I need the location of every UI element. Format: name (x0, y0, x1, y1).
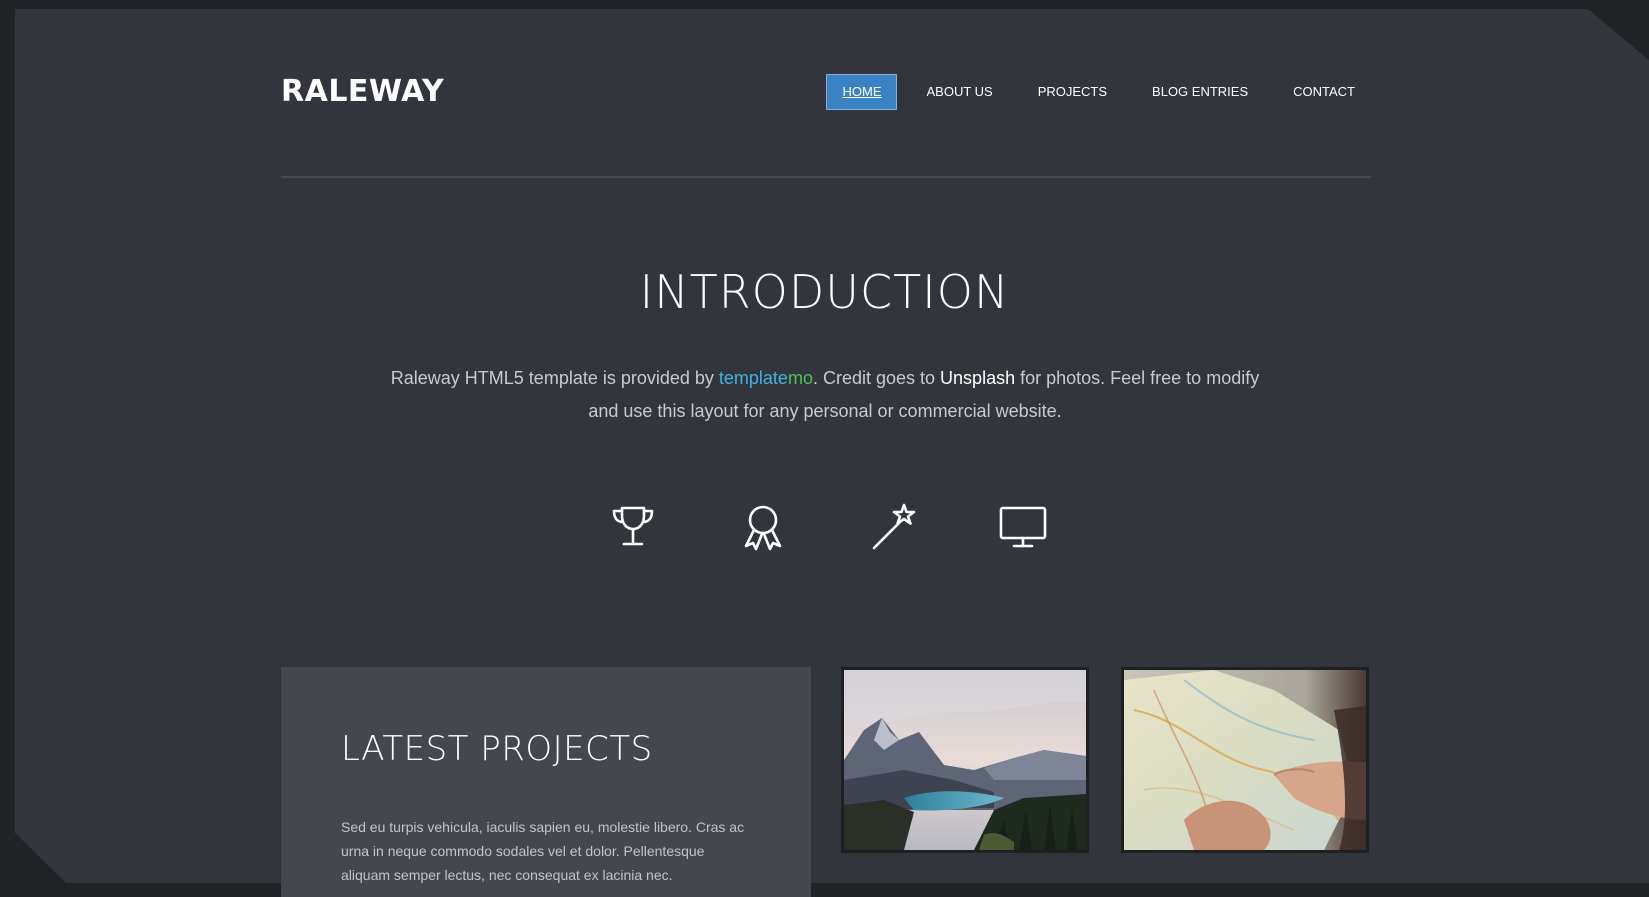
intro-text: Raleway HTML5 template is provided by te… (390, 362, 1260, 428)
latest-projects-panel: LATEST PROJECTS Sed eu turpis vehicula, … (281, 667, 811, 897)
header-divider (281, 176, 1371, 178)
project-thumbnail-mountain-lake[interactable] (841, 667, 1089, 853)
project-thumbnail-map-hands[interactable] (1121, 667, 1369, 853)
nav-blog-entries[interactable]: BLOG ENTRIES (1136, 74, 1264, 110)
unsplash-link[interactable]: Unsplash (940, 368, 1015, 388)
main-nav: HOME ABOUT US PROJECTS BLOG ENTRIES CONT… (813, 74, 1371, 110)
nav-projects[interactable]: PROJECTS (1022, 74, 1123, 110)
nav-contact[interactable]: CONTACT (1277, 74, 1371, 110)
magic-wand-icon (868, 502, 918, 552)
site-logo[interactable]: RALEWAY (281, 74, 444, 110)
page-frame (15, 9, 1649, 883)
award-ribbon-icon (738, 502, 788, 552)
nav-about-us[interactable]: ABOUT US (910, 74, 1008, 110)
templatemo-link-part2: mo (787, 368, 813, 388)
templatemo-link-part1: template (718, 368, 788, 388)
latest-projects-title: LATEST PROJECTS (341, 729, 653, 769)
intro-text-part: . Credit goes to (812, 368, 941, 388)
latest-projects-text: Sed eu turpis vehicula, iaculis sapien e… (341, 819, 745, 883)
feature-icons (608, 502, 1048, 554)
nav-home[interactable]: HOME (826, 74, 898, 110)
site-header: RALEWAY HOME ABOUT US PROJECTS BLOG ENTR… (281, 74, 1371, 110)
intro-title: INTRODUCTION (639, 265, 1010, 319)
trophy-icon (608, 502, 658, 552)
desktop-monitor-icon (998, 502, 1048, 552)
templatemo-link[interactable]: templatemo (719, 368, 813, 388)
intro-text-part: Raleway HTML5 template is provided by (390, 368, 719, 388)
